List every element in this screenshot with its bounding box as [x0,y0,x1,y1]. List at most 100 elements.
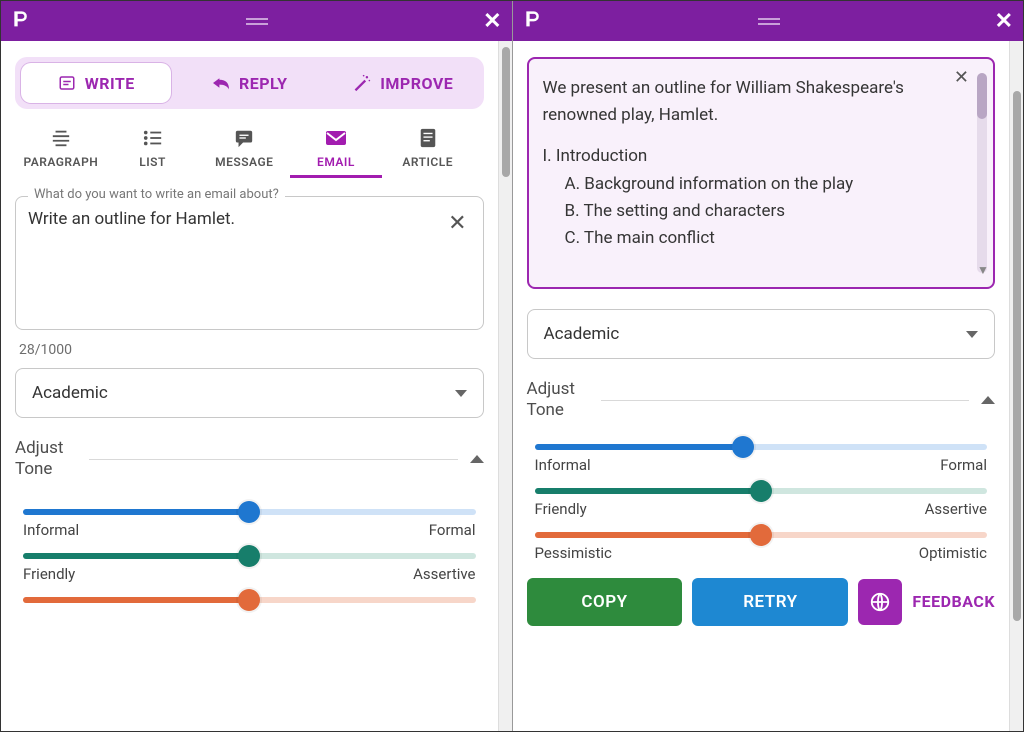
mode-write-label: WRITE [85,74,135,93]
slider-pessimistic-optimistic[interactable] [535,532,988,538]
chevron-down-icon [455,390,467,397]
close-icon[interactable]: ✕ [995,9,1013,34]
tab-list[interactable]: LIST [107,127,199,178]
left-panel: ✕ WRITE REPLY [1,1,513,731]
slider-friendly-assertive[interactable] [23,553,476,559]
adjust-label-1: Adjust [15,438,63,459]
tab-email[interactable]: EMAIL [290,127,382,178]
mode-improve-label: IMPROVE [380,74,453,93]
adjust-label-1: Adjust [527,379,575,400]
char-counter: 28/1000 [19,342,484,358]
style-select-value: Academic [544,324,620,344]
clear-prompt-icon[interactable]: ✕ [444,207,470,240]
panel-body: ✕ ▼ We present an outline for William Sh… [513,41,1024,731]
output-close-icon[interactable]: ✕ [954,67,969,88]
copy-button[interactable]: COPY [527,578,683,626]
scrollbar-thumb[interactable] [1013,91,1021,621]
style-select[interactable]: Academic [15,368,484,418]
slider-section: Informal Formal Friendly Assertive [527,428,996,562]
left-content: WRITE REPLY IMPROVE [1,41,498,731]
article-icon [415,127,441,149]
slider2-right: Assertive [413,565,475,583]
left-scrollbar[interactable] [498,41,512,731]
tab-message-label: MESSAGE [215,155,273,169]
titlebar: ✕ [1,1,512,41]
mode-reply-label: REPLY [239,74,288,93]
output-scroll-thumb[interactable] [977,73,987,119]
slider2-left: Friendly [23,565,75,583]
output-scrollbar[interactable]: ▼ [977,73,987,273]
app-logo [523,8,543,34]
scrollbar-thumb[interactable] [502,47,510,177]
tab-email-label: EMAIL [317,155,355,169]
collapse-caret-icon[interactable] [470,455,484,463]
panel-body: WRITE REPLY IMPROVE [1,41,512,731]
tab-article-label: ARTICLE [402,155,453,169]
divider [601,400,969,401]
adjust-tone-header: Adjust Tone [15,438,484,481]
style-select-value: Academic [32,383,108,403]
mode-write[interactable]: WRITE [21,63,171,103]
language-button[interactable] [858,579,902,625]
slider2-right: Assertive [925,500,987,518]
prompt-legend: What do you want to write an email about… [28,187,285,202]
tab-list-label: LIST [139,155,166,169]
prompt-box[interactable]: What do you want to write an email about… [15,196,484,330]
output-bullet-b: B. The setting and characters [565,198,980,225]
scroll-down-arrow-icon[interactable]: ▼ [977,263,987,277]
slider1-left: Informal [23,521,79,539]
slider-informal-formal[interactable] [535,444,988,450]
list-icon [140,127,166,149]
slider1-left: Informal [535,456,591,474]
adjust-label-2: Tone [15,459,63,480]
adjust-tone-header: Adjust Tone [527,379,996,422]
right-content: ✕ ▼ We present an outline for William Sh… [513,41,1010,731]
retry-button[interactable]: RETRY [692,578,848,626]
feedback-link[interactable]: FEEDBACK [912,592,995,611]
slider2-left: Friendly [535,500,587,518]
adjust-label-2: Tone [527,400,575,421]
prompt-text[interactable]: Write an outline for Hamlet. [28,207,434,317]
output-bullet-a: A. Background information on the play [565,171,980,198]
reply-icon [211,73,231,93]
slider-section: Informal Formal Friendly Assertive [15,487,484,603]
output-bullet-c: C. The main conflict [565,225,980,252]
collapse-caret-icon[interactable] [981,396,995,404]
email-icon [323,127,349,149]
slider1-right: Formal [940,456,987,474]
mode-reply[interactable]: REPLY [175,63,325,103]
write-icon [57,73,77,93]
tab-paragraph[interactable]: PARAGRAPH [15,127,107,178]
paragraph-icon [48,127,74,149]
action-row: COPY RETRY FEEDBACK [527,578,996,626]
app-container: ✕ WRITE REPLY [0,0,1024,732]
tab-message[interactable]: MESSAGE [198,127,290,178]
drag-handle-icon[interactable] [242,11,272,32]
output-section-head: I. Introduction [543,143,980,170]
divider [89,459,457,460]
style-select[interactable]: Academic [527,309,996,359]
output-box: ✕ ▼ We present an outline for William Sh… [527,57,996,289]
format-tabs: PARAGRAPH LIST MESSAGE EMAIL [15,127,484,178]
slider3-left: Pessimistic [535,544,612,562]
globe-icon [869,591,891,613]
close-icon[interactable]: ✕ [483,9,501,34]
slider1-right: Formal [429,521,476,539]
slider3-right: Optimistic [919,544,987,562]
tab-article[interactable]: ARTICLE [382,127,474,178]
message-icon [231,127,257,149]
mode-pill: WRITE REPLY IMPROVE [15,57,484,109]
mode-improve[interactable]: IMPROVE [328,63,478,103]
chevron-down-icon [966,331,978,338]
titlebar: ✕ [513,1,1024,41]
slider-informal-formal[interactable] [23,509,476,515]
slider-pessimistic-optimistic[interactable] [23,597,476,603]
improve-icon [352,73,372,93]
drag-handle-icon[interactable] [754,11,784,32]
right-panel: ✕ ✕ ▼ We present an outline for William … [513,1,1024,731]
slider-friendly-assertive[interactable] [535,488,988,494]
output-text[interactable]: We present an outline for William Shakes… [543,75,980,252]
app-logo [11,8,31,34]
tab-paragraph-label: PARAGRAPH [23,155,98,169]
right-scrollbar[interactable] [1009,41,1023,731]
